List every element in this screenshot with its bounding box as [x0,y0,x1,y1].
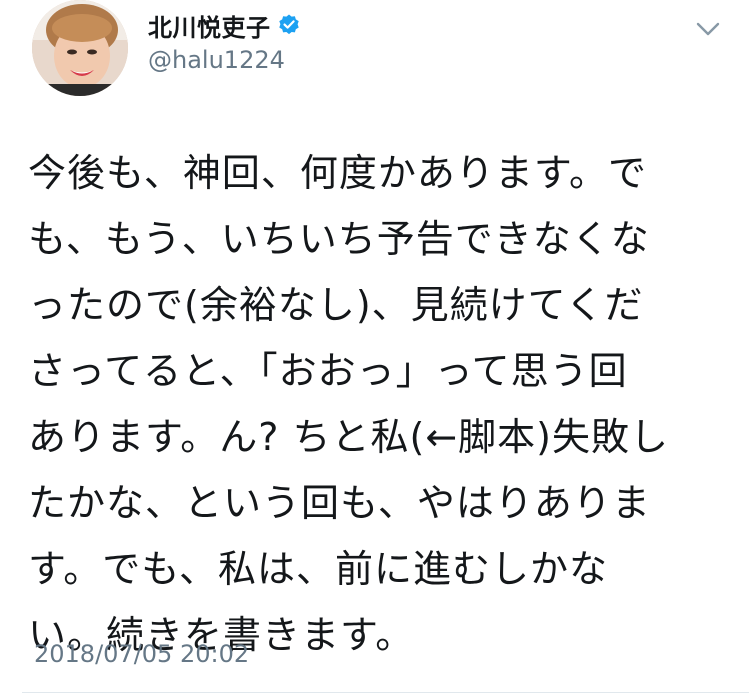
verified-badge-icon [277,13,301,37]
user-handle[interactable]: @halu1224 [148,46,285,74]
tweet-text-line: ったので(余裕なし)、見続けてくだ [28,283,644,327]
tweet-text-line: たかな、という回も、やはりありま [28,481,651,525]
tweet-text: 今後も、神回、何度かあります。で も、もう、いちいち予告できなくな ったので(余… [28,140,728,668]
tweet-text-line: あります。ん? ちと私(←脚本)失敗し [28,415,669,459]
tweet-text-line: も、もう、いちいち予告できなくな [28,217,650,261]
avatar-image [32,0,128,96]
tweet-header: 北川悦吏子 @halu1224 [0,0,749,110]
tweet-text-line: 今後も、神回、何度かあります。で [28,151,648,195]
user-display-name[interactable]: 北川悦吏子 [148,8,271,43]
user-name-row: 北川悦吏子 [148,8,301,42]
chevron-down-icon[interactable] [694,18,722,40]
divider [22,692,749,693]
tweet-text-line: す。でも、私は、前に進むしかな [28,547,609,591]
avatar[interactable] [32,0,128,96]
tweet-timestamp[interactable]: 2018/07/05 20:02 [34,640,249,668]
tweet-text-line: さってると、「おおっ」って思う回 [28,349,628,393]
